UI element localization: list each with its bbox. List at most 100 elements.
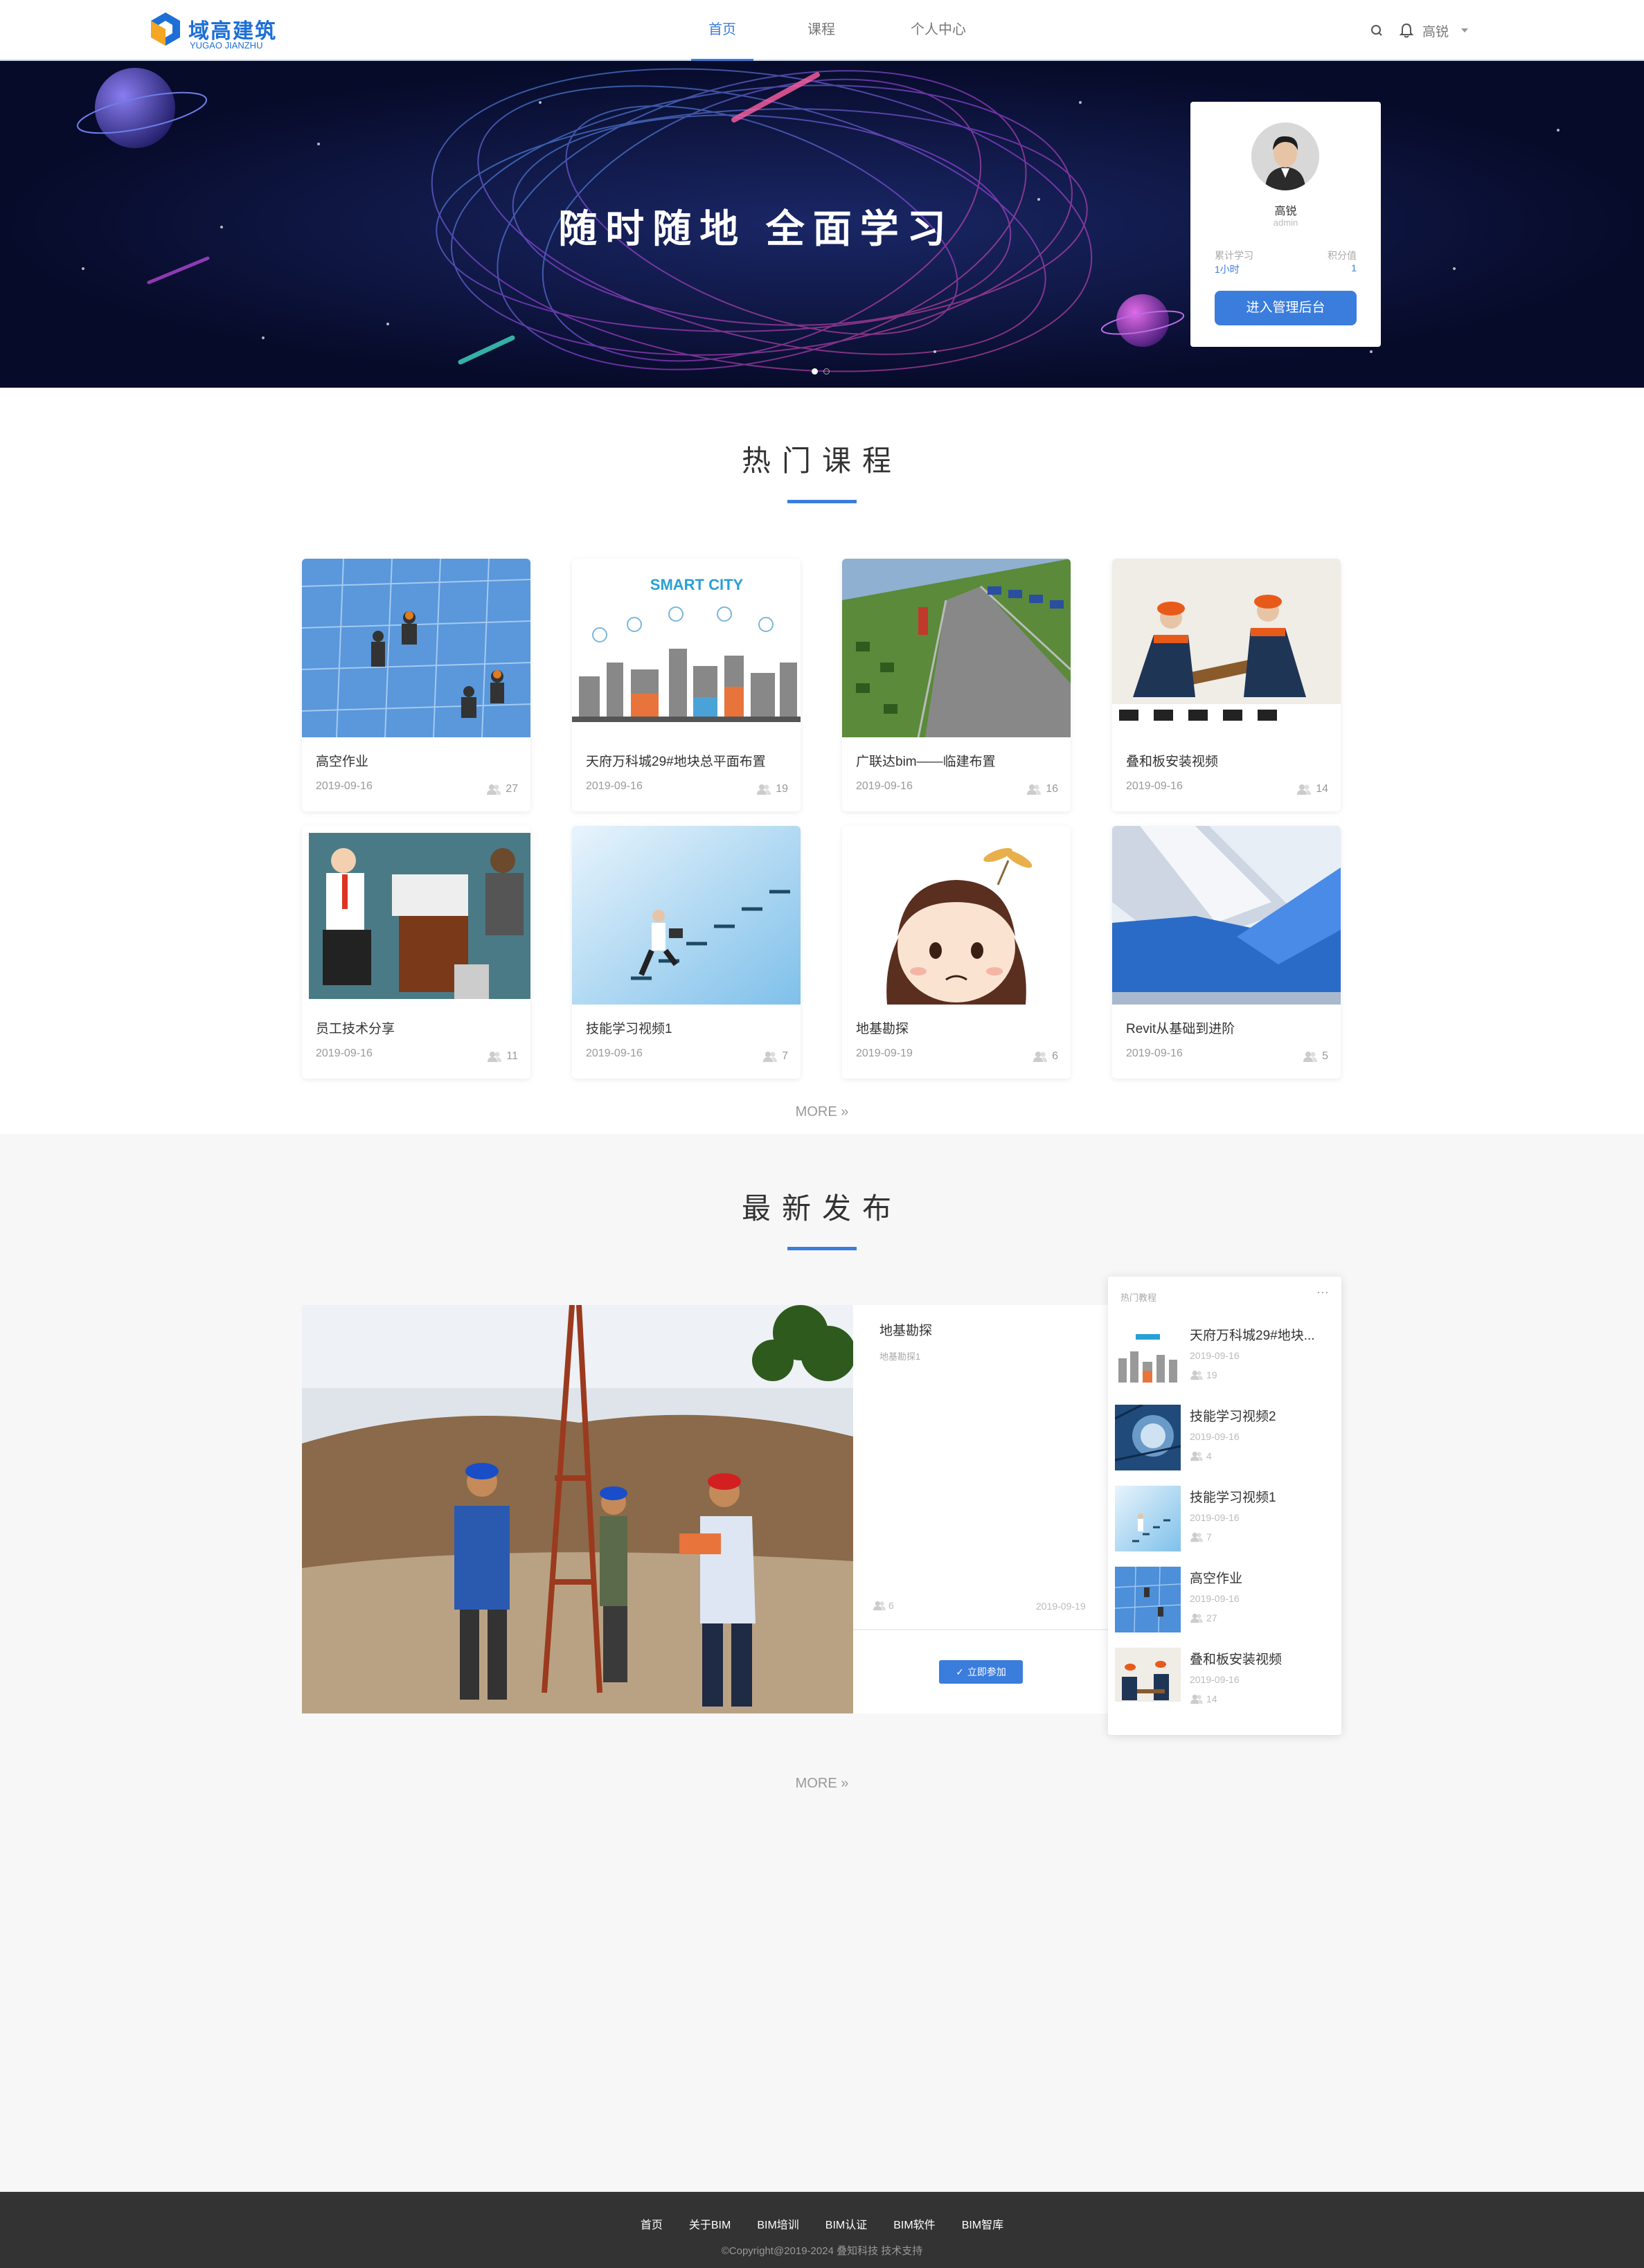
more-label: MORE bbox=[795, 1776, 837, 1791]
hot-tutorial-view-count: 7 bbox=[1206, 1531, 1212, 1542]
course-title: 天府万科城29#地块总平面布置 bbox=[586, 755, 766, 769]
course-title: 叠和板安装视频 bbox=[1126, 755, 1219, 769]
hot-tutorial-item[interactable]: 天府万科城29#地块... 2019-09-16 19 bbox=[1115, 1324, 1337, 1393]
course-date: 2019-09-16 bbox=[1126, 1047, 1183, 1059]
join-now-button[interactable]: ✓ 立即参加 bbox=[939, 1660, 1023, 1684]
users-icon bbox=[1190, 1613, 1203, 1623]
users-icon bbox=[1033, 1052, 1048, 1062]
hot-tutorial-thumb bbox=[1115, 1405, 1181, 1470]
course-card[interactable]: Revit从基础到进阶 2019-09-16 5 bbox=[1112, 826, 1341, 1079]
course-card[interactable]: 广联达bim——临建布置 2019-09-16 16 bbox=[842, 559, 1071, 811]
chevron-down-icon[interactable] bbox=[1460, 27, 1469, 34]
hot-tutorial-views: 19 bbox=[1190, 1369, 1217, 1380]
course-thumbnail bbox=[842, 826, 1071, 1005]
hot-tutorial-date: 2019-09-16 bbox=[1190, 1674, 1240, 1685]
course-views: 19 bbox=[756, 783, 788, 795]
study-time-value: 1小时 bbox=[1215, 264, 1240, 275]
users-icon bbox=[873, 1601, 886, 1611]
hot-tutorial-view-count: 4 bbox=[1206, 1450, 1212, 1461]
footer-link-home[interactable]: 首页 bbox=[641, 2215, 663, 2232]
course-card[interactable]: 员工技术分享 2019-09-16 11 bbox=[302, 826, 530, 1079]
course-card[interactable]: 地基勘探 2019-09-19 6 bbox=[842, 826, 1071, 1079]
search-icon[interactable] bbox=[1370, 24, 1384, 37]
hot-tutorial-item[interactable]: 技能学习视频1 2019-09-16 7 bbox=[1115, 1486, 1337, 1555]
hot-tutorial-view-count: 19 bbox=[1206, 1369, 1217, 1380]
course-date: 2019-09-16 bbox=[1126, 780, 1183, 792]
hero-banner: 随时随地 全面学习 bbox=[0, 61, 1644, 388]
hot-tutorial-views: 7 bbox=[1190, 1531, 1212, 1542]
course-views: 6 bbox=[1033, 1050, 1058, 1063]
course-view-count: 7 bbox=[782, 1050, 788, 1062]
footer-link-bim-training[interactable]: BIM培训 bbox=[757, 2215, 798, 2232]
course-thumbnail bbox=[842, 559, 1071, 737]
users-icon bbox=[1190, 1694, 1203, 1704]
hot-tutorial-thumb bbox=[1115, 1324, 1181, 1389]
double-chevron-right-icon: » bbox=[841, 1776, 849, 1791]
hot-tutorial-view-count: 14 bbox=[1206, 1693, 1217, 1704]
carousel-dot-1[interactable] bbox=[812, 368, 818, 375]
course-date: 2019-09-16 bbox=[586, 780, 643, 792]
bell-icon[interactable] bbox=[1397, 21, 1415, 39]
logo-text-en: YUGAO JIANZHU bbox=[190, 40, 263, 51]
course-view-count: 27 bbox=[506, 783, 518, 795]
site-logo[interactable]: 域高建筑 YUGAO JIANZHU bbox=[150, 10, 276, 51]
smart-city-text: SMART CITY bbox=[650, 576, 744, 593]
study-time-label: 累计学习 bbox=[1215, 250, 1253, 261]
course-date: 2019-09-16 bbox=[586, 1047, 643, 1059]
hot-tutorial-item[interactable]: 技能学习视频2 2019-09-16 4 bbox=[1115, 1405, 1337, 1474]
profile-card: 高锐 admin 累计学习 1小时 积分值 1 进入管理后台 bbox=[1190, 102, 1381, 347]
course-title: 高空作业 bbox=[316, 755, 369, 769]
users-icon bbox=[763, 1052, 778, 1062]
course-card[interactable]: 高空作业 2019-09-16 27 bbox=[302, 559, 530, 811]
more-label: MORE bbox=[795, 1104, 837, 1119]
nav-personal-center[interactable]: 个人中心 bbox=[909, 0, 967, 61]
double-chevron-right-icon: » bbox=[841, 1104, 849, 1119]
admin-console-button[interactable]: 进入管理后台 bbox=[1215, 291, 1357, 325]
course-date: 2019-09-16 bbox=[856, 780, 913, 792]
footer-link-bim-think-tank[interactable]: BIM智库 bbox=[962, 2215, 1003, 2232]
course-card[interactable]: 技能学习视频1 2019-09-16 7 bbox=[572, 826, 801, 1079]
latest-more-link[interactable]: MORE » bbox=[0, 1776, 1644, 1792]
hot-tutorial-item[interactable]: 叠和板安装视频 2019-09-16 14 bbox=[1115, 1648, 1337, 1717]
course-card[interactable]: 叠和板安装视频 2019-09-16 14 bbox=[1112, 559, 1341, 811]
course-views: 5 bbox=[1303, 1050, 1328, 1063]
footer-link-bim-software[interactable]: BIM软件 bbox=[893, 2215, 935, 2232]
users-icon bbox=[1303, 1052, 1318, 1062]
hot-courses-title: 热门课程 bbox=[741, 444, 902, 477]
hot-tutorials-panel: 热门教程 ··· 天府万科城29#地块... 2019-09-16 19 技能学… bbox=[1108, 1277, 1341, 1735]
carousel-dot-2[interactable] bbox=[823, 368, 830, 375]
users-icon bbox=[1190, 1532, 1203, 1542]
nav-courses[interactable]: 课程 bbox=[805, 0, 837, 61]
check-icon: ✓ bbox=[956, 1666, 964, 1677]
hot-tutorial-views: 14 bbox=[1190, 1693, 1217, 1704]
nav-home[interactable]: 首页 bbox=[691, 0, 753, 61]
course-card[interactable]: SMART CITY 天府万科城29#地块总平面布置 2019-09-16 19 bbox=[572, 559, 801, 811]
hot-more-link[interactable]: MORE » bbox=[0, 1104, 1644, 1120]
users-icon bbox=[1190, 1370, 1203, 1380]
course-thumbnail bbox=[302, 559, 530, 737]
featured-views: 6 bbox=[873, 1600, 894, 1611]
profile-name: 高锐 bbox=[1274, 206, 1297, 217]
copyright: ©Copyright@2019-2024 叠知科技 技术支持 bbox=[721, 2245, 923, 2257]
course-title: 广联达bim——临建布置 bbox=[856, 755, 996, 769]
more-menu-icon[interactable]: ··· bbox=[1316, 1285, 1329, 1299]
join-now-label: 立即参加 bbox=[967, 1666, 1006, 1677]
hot-tutorial-thumb bbox=[1115, 1648, 1181, 1713]
avatar[interactable] bbox=[1251, 123, 1319, 190]
users-icon bbox=[757, 784, 771, 795]
footer-link-about-bim[interactable]: 关于BIM bbox=[689, 2215, 731, 2232]
hot-tutorial-title: 天府万科城29#地块... bbox=[1190, 1329, 1315, 1343]
hot-tutorial-item[interactable]: 高空作业 2019-09-16 27 bbox=[1115, 1567, 1337, 1636]
hot-tutorial-title: 技能学习视频1 bbox=[1190, 1491, 1276, 1505]
course-view-count: 6 bbox=[1052, 1050, 1058, 1062]
course-thumbnail bbox=[1112, 559, 1341, 737]
featured-course[interactable]: 地基勘探 地基勘探1 6 2019-09-19 ✓ 立即参加 bbox=[302, 1305, 1109, 1713]
course-title: 地基勘探 bbox=[856, 1022, 909, 1036]
profile-role: admin bbox=[1273, 217, 1298, 228]
carousel-indicators bbox=[812, 368, 830, 375]
course-title: 技能学习视频1 bbox=[586, 1022, 672, 1036]
footer-link-bim-certification[interactable]: BIM认证 bbox=[825, 2215, 867, 2232]
user-name[interactable]: 高锐 bbox=[1422, 21, 1449, 40]
course-thumbnail bbox=[1112, 826, 1341, 1005]
course-view-count: 19 bbox=[776, 783, 788, 795]
